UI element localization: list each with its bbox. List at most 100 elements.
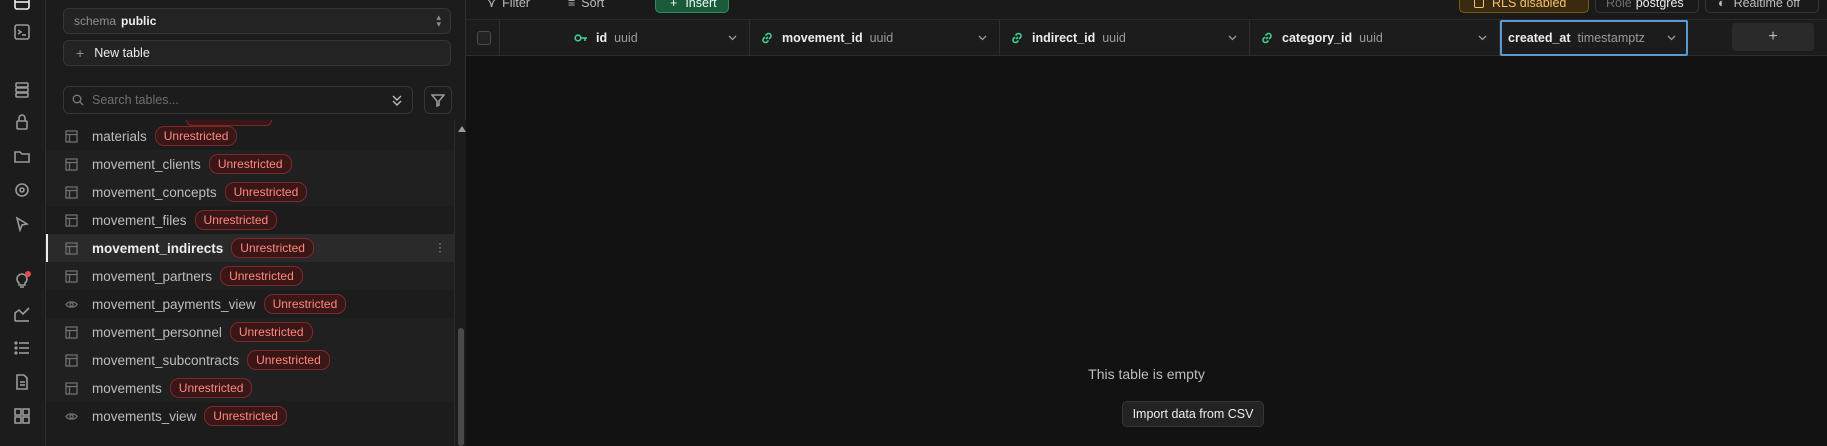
link-icon [760, 31, 774, 45]
list-item[interactable]: movements_view Unrestricted [46, 402, 454, 430]
add-column-button[interactable]: + [1732, 23, 1814, 51]
empty-table-message: This table is empty [1088, 366, 1205, 382]
list-item[interactable]: movement_files Unrestricted [46, 206, 454, 234]
column-type: uuid [1102, 31, 1126, 45]
status-badge: Unrestricted [263, 294, 347, 314]
list-item[interactable]: movement_concepts Unrestricted [46, 178, 454, 206]
role-label: Role [1606, 0, 1632, 10]
column-header-indirect-id[interactable]: indirect_id uuid [1000, 20, 1250, 56]
storage-folder-icon[interactable] [12, 146, 32, 166]
list-item[interactable]: movement_partners Unrestricted [46, 262, 454, 290]
insert-button[interactable]: + Insert [655, 0, 729, 13]
link-icon [1260, 31, 1274, 45]
status-badge: Unrestricted [208, 154, 292, 174]
list-item-selected[interactable]: movement_indirects Unrestricted · · · [46, 234, 454, 262]
list-item[interactable]: movements Unrestricted [46, 374, 454, 402]
filter-icon: ⋎ [487, 0, 497, 10]
table-editor-main: ⋎ Filter ≡ Sort + Insert RLS disabled Ro… [466, 0, 1827, 446]
column-type: uuid [869, 31, 894, 45]
new-table-button[interactable]: + New table [63, 40, 451, 66]
list-item[interactable]: materials Unrestricted [46, 122, 454, 150]
scroll-up-arrow[interactable] [458, 126, 466, 132]
chevron-down-icon[interactable] [1228, 33, 1237, 42]
filter-label: Filter [502, 0, 530, 10]
column-header-category-id[interactable]: category_id uuid [1250, 20, 1500, 56]
status-badge: Unrestricted [194, 210, 278, 230]
status-badge: Unrestricted [154, 126, 238, 146]
table-name: materials [92, 128, 147, 144]
more-options-icon[interactable]: · · · [438, 237, 442, 257]
table-icon [64, 241, 78, 255]
table-name: movement_concepts [92, 184, 217, 200]
status-badge: Unrestricted [204, 406, 287, 426]
chevron-up-down-icon: ▴ ▾ [436, 12, 441, 29]
icon-rail [0, 0, 46, 446]
column-name: id [596, 31, 608, 45]
plus-icon: + [76, 45, 85, 61]
reports-chart-icon[interactable] [12, 304, 32, 324]
view-eye-icon [64, 409, 78, 423]
scrollbar-thumb[interactable] [458, 328, 464, 446]
sidebar-scrollbar[interactable] [454, 120, 466, 446]
api-docs-icon[interactable] [12, 372, 32, 392]
new-table-label: New table [94, 46, 150, 60]
schema-select-value: public [121, 14, 157, 28]
plus-icon: + [670, 0, 678, 10]
grid-header: id uuid movement_id uuid indirect_id uui… [466, 20, 1827, 56]
search-input[interactable] [92, 93, 362, 107]
role-select[interactable]: Role postgres [1595, 0, 1699, 13]
logs-list-icon[interactable] [12, 338, 32, 358]
filter-tables-button[interactable] [424, 86, 452, 114]
status-badge: Unrestricted [220, 266, 303, 286]
sort-icon: ≡ [568, 0, 576, 10]
notification-dot [25, 271, 31, 277]
table-name: movement_partners [92, 268, 213, 284]
edge-functions-icon[interactable] [12, 214, 32, 234]
column-header-created-at[interactable]: created_at timestamptz [1500, 20, 1688, 56]
database-icon[interactable] [12, 80, 32, 100]
table-icon [64, 325, 78, 339]
table-editor-icon[interactable] [12, 0, 32, 13]
column-type: timestamptz [1577, 31, 1645, 45]
shield-icon [1474, 0, 1484, 8]
column-name: movement_id [782, 31, 863, 45]
grid-toolbar: ⋎ Filter ≡ Sort + Insert RLS disabled Ro… [466, 0, 1827, 20]
import-csv-button[interactable]: Import data from CSV [1122, 401, 1264, 427]
chevron-down-icon[interactable] [1667, 33, 1676, 42]
auth-lock-icon[interactable] [12, 112, 32, 132]
chevron-down-icon[interactable] [978, 33, 987, 42]
filter-button[interactable]: ⋎ Filter [487, 0, 530, 13]
table-name: movement_payments_view [92, 296, 256, 312]
select-all-cell [466, 20, 500, 56]
sql-editor-icon[interactable] [12, 22, 32, 42]
table-icon [64, 269, 78, 283]
column-header-id[interactable]: id uuid [500, 20, 750, 56]
list-item[interactable]: movement_payments_view Unrestricted [46, 290, 454, 318]
column-type: uuid [1359, 31, 1383, 45]
expand-collapse-icon[interactable] [390, 93, 404, 107]
rls-disabled-button[interactable]: RLS disabled [1459, 0, 1589, 13]
status-badge: Unrestricted [224, 182, 308, 202]
chevron-down-icon[interactable] [728, 33, 737, 42]
table-icon [64, 157, 78, 171]
key-icon [574, 31, 588, 45]
list-item[interactable]: movement_subcontracts Unrestricted [46, 346, 454, 374]
advisors-bulb-icon[interactable] [12, 270, 32, 290]
table-icon [64, 129, 78, 143]
list-item[interactable]: movement_personnel Unrestricted [46, 318, 454, 346]
select-all-checkbox[interactable] [477, 31, 491, 45]
integrations-icon[interactable] [12, 406, 32, 426]
list-item[interactable]: movement_clients Unrestricted [46, 150, 454, 178]
table-name: movement_indirects [92, 240, 224, 256]
schema-select[interactable]: schema public ▴ ▾ [63, 8, 451, 34]
table-name: movement_personnel [92, 324, 222, 340]
column-header-movement-id[interactable]: movement_id uuid [750, 20, 1000, 56]
chevron-down-icon[interactable] [1478, 33, 1487, 42]
realtime-icon[interactable] [12, 180, 32, 200]
table-icon [64, 213, 78, 227]
sort-button[interactable]: ≡ Sort [568, 0, 604, 13]
table-list: materials Unrestricted movement_clients … [46, 120, 454, 446]
realtime-toggle-button[interactable]: ◐ Realtime off [1705, 0, 1819, 13]
status-badge: Unrestricted [229, 322, 313, 342]
role-value: postgres [1635, 0, 1684, 10]
